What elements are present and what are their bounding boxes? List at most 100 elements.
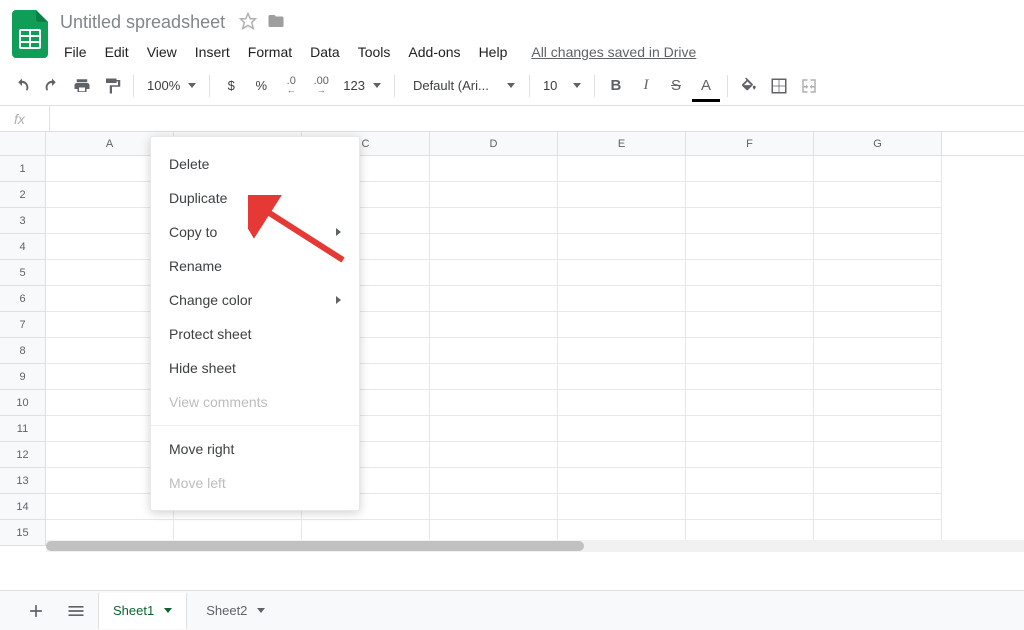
cell[interactable]	[814, 442, 942, 468]
cell[interactable]	[558, 312, 686, 338]
menu-insert[interactable]: Insert	[187, 40, 238, 64]
cell[interactable]	[814, 364, 942, 390]
cell[interactable]	[558, 260, 686, 286]
cell[interactable]	[814, 312, 942, 338]
cell[interactable]	[686, 260, 814, 286]
row-header[interactable]: 1	[0, 156, 46, 182]
cell[interactable]	[430, 416, 558, 442]
cell[interactable]	[686, 468, 814, 494]
cell[interactable]	[558, 494, 686, 520]
col-header-e[interactable]: E	[558, 132, 686, 155]
sheets-logo[interactable]	[10, 8, 50, 60]
document-title[interactable]: Untitled spreadsheet	[56, 10, 229, 35]
context-rename[interactable]: Rename	[151, 249, 359, 283]
cell[interactable]	[430, 390, 558, 416]
cell[interactable]	[558, 182, 686, 208]
sheet-tab-2-menu-icon[interactable]	[257, 608, 265, 613]
cell[interactable]	[558, 208, 686, 234]
all-sheets-button[interactable]	[58, 596, 94, 626]
row-header[interactable]: 11	[0, 416, 46, 442]
row-header[interactable]: 15	[0, 520, 46, 546]
cell[interactable]	[558, 442, 686, 468]
context-hide-sheet[interactable]: Hide sheet	[151, 351, 359, 385]
percent-button[interactable]: %	[247, 72, 275, 100]
cell[interactable]	[558, 286, 686, 312]
save-status[interactable]: All changes saved in Drive	[523, 40, 704, 64]
cell[interactable]	[430, 494, 558, 520]
cell[interactable]	[558, 364, 686, 390]
sheet-tab-1-menu-icon[interactable]	[164, 608, 172, 613]
decrease-decimal-button[interactable]: .0←	[277, 72, 305, 100]
cell[interactable]	[814, 234, 942, 260]
context-protect-sheet[interactable]: Protect sheet	[151, 317, 359, 351]
context-duplicate[interactable]: Duplicate	[151, 181, 359, 215]
borders-button[interactable]	[765, 72, 793, 100]
row-header[interactable]: 10	[0, 390, 46, 416]
cell[interactable]	[430, 338, 558, 364]
cell[interactable]	[814, 494, 942, 520]
currency-button[interactable]: $	[217, 72, 245, 100]
menu-format[interactable]: Format	[240, 40, 300, 64]
cell[interactable]	[686, 442, 814, 468]
cell[interactable]	[814, 156, 942, 182]
cell[interactable]	[430, 208, 558, 234]
sheet-tab-2[interactable]: Sheet2	[191, 593, 280, 629]
menu-file[interactable]: File	[56, 40, 95, 64]
sheet-tab-1[interactable]: Sheet1	[98, 593, 187, 629]
menu-view[interactable]: View	[139, 40, 185, 64]
menu-tools[interactable]: Tools	[350, 40, 399, 64]
cell[interactable]	[430, 286, 558, 312]
cell[interactable]	[686, 338, 814, 364]
context-change-color[interactable]: Change color	[151, 283, 359, 317]
context-delete[interactable]: Delete	[151, 147, 359, 181]
cell[interactable]	[686, 208, 814, 234]
cell[interactable]	[814, 182, 942, 208]
cell[interactable]	[814, 286, 942, 312]
row-header[interactable]: 9	[0, 364, 46, 390]
menu-addons[interactable]: Add-ons	[400, 40, 468, 64]
select-all-corner[interactable]	[0, 132, 46, 155]
cell[interactable]	[430, 234, 558, 260]
row-header[interactable]: 2	[0, 182, 46, 208]
cell[interactable]	[814, 468, 942, 494]
strikethrough-button[interactable]: S	[662, 72, 690, 100]
cell[interactable]	[686, 390, 814, 416]
row-header[interactable]: 4	[0, 234, 46, 260]
font-size-selector[interactable]: 10	[537, 72, 587, 100]
context-copy-to[interactable]: Copy to	[151, 215, 359, 249]
col-header-g[interactable]: G	[814, 132, 942, 155]
merge-cells-button[interactable]	[795, 72, 823, 100]
cell[interactable]	[814, 208, 942, 234]
folder-icon[interactable]	[267, 12, 285, 33]
undo-button[interactable]	[8, 72, 36, 100]
row-header[interactable]: 8	[0, 338, 46, 364]
scrollbar-thumb[interactable]	[46, 541, 584, 551]
row-header[interactable]: 14	[0, 494, 46, 520]
cell[interactable]	[430, 364, 558, 390]
cell[interactable]	[558, 390, 686, 416]
cell[interactable]	[430, 260, 558, 286]
cell[interactable]	[686, 156, 814, 182]
menu-edit[interactable]: Edit	[97, 40, 137, 64]
italic-button[interactable]: I	[632, 72, 660, 100]
row-header[interactable]: 13	[0, 468, 46, 494]
cell[interactable]	[686, 286, 814, 312]
print-button[interactable]	[68, 72, 96, 100]
cell[interactable]	[814, 338, 942, 364]
row-header[interactable]: 12	[0, 442, 46, 468]
cell[interactable]	[430, 182, 558, 208]
menu-help[interactable]: Help	[471, 40, 516, 64]
redo-button[interactable]	[38, 72, 66, 100]
cell[interactable]	[686, 182, 814, 208]
bold-button[interactable]: B	[602, 72, 630, 100]
cell[interactable]	[814, 390, 942, 416]
more-formats-button[interactable]: 123	[337, 72, 387, 100]
cell[interactable]	[558, 338, 686, 364]
cell[interactable]	[686, 364, 814, 390]
text-color-button[interactable]: A	[692, 72, 720, 100]
font-selector[interactable]: Default (Ari...	[402, 72, 522, 100]
cell[interactable]	[558, 156, 686, 182]
cell[interactable]	[814, 260, 942, 286]
cell[interactable]	[814, 416, 942, 442]
col-header-f[interactable]: F	[686, 132, 814, 155]
